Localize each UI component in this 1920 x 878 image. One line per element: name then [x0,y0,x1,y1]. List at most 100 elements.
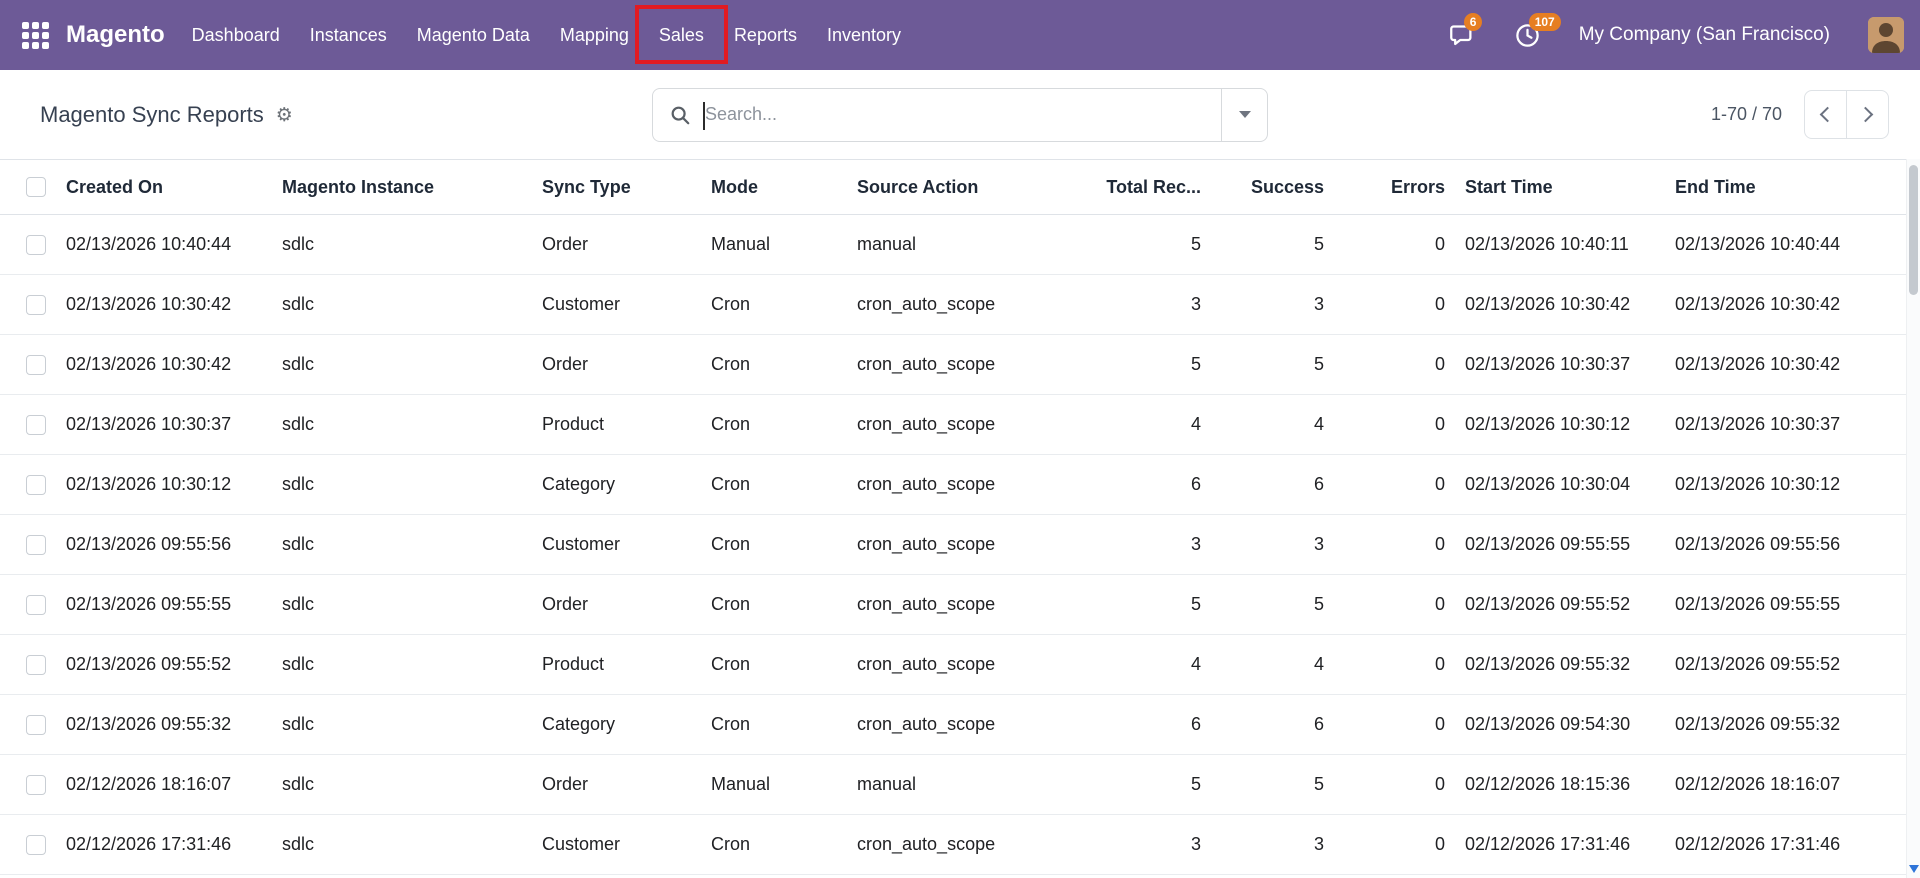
column-header-errors[interactable]: Errors [1334,159,1455,215]
cell-end-time: 02/13/2026 09:55:52 [1665,634,1906,695]
cell-created-on: 02/13/2026 10:40:44 [56,214,272,275]
cell-success: 4 [1211,634,1334,695]
table-row[interactable]: 02/12/2026 17:31:46 sdlc Customer Cron cron_… [0,814,1906,875]
pager-next-button[interactable] [1846,90,1889,139]
cell-created-on: 02/12/2026 18:16:07 [56,754,272,815]
cell-created-on: 02/13/2026 10:30:37 [56,394,272,455]
user-avatar[interactable] [1868,17,1904,53]
records-table: Created On Magento Instance Sync Type Mode S… [0,159,1906,875]
cell-total-records: 4 [1087,394,1211,455]
cell-magento-instance: sdlc [272,634,532,695]
table-row[interactable]: 02/13/2026 10:40:44 sdlc Order Manual manual… [0,214,1906,275]
column-header-sync-type[interactable]: Sync Type [532,159,701,215]
scrollbar-down-arrow[interactable] [1909,865,1919,873]
cell-end-time: 02/13/2026 10:40:44 [1665,214,1906,275]
cell-mode: Cron [701,574,847,635]
apps-menu-button[interactable] [12,0,58,70]
cell-end-time: 02/12/2026 18:16:07 [1665,754,1906,815]
cell-source-action: cron_auto_scope [847,694,1087,755]
pager-previous-button[interactable] [1804,90,1847,139]
brand-logo[interactable]: Magento [66,0,165,70]
table-header-row: Created On Magento Instance Sync Type Mode S… [0,159,1906,215]
gear-icon[interactable]: ⚙ [276,104,293,126]
table-row[interactable]: 02/13/2026 10:30:12 sdlc Category Cron cron_… [0,454,1906,515]
table-row[interactable]: 02/13/2026 09:55:52 sdlc Product Cron cron_a… [0,634,1906,695]
messages-badge: 6 [1463,12,1483,31]
search-dropdown-toggle[interactable] [1221,88,1267,141]
nav-item-sales[interactable]: Sales [634,0,728,70]
select-all-checkbox[interactable] [26,177,46,197]
table-row[interactable]: 02/13/2026 09:55:32 sdlc Category Cron cron_… [0,694,1906,755]
annotation-box [634,5,728,64]
column-header-start-time[interactable]: Start Time [1455,159,1665,215]
cell-total-records: 6 [1087,694,1211,755]
cell-total-records: 3 [1087,814,1211,875]
nav-item-inventory[interactable]: Inventory [812,0,916,70]
cell-source-action: manual [847,754,1087,815]
row-checkbox[interactable] [26,594,46,615]
cell-end-time: 02/13/2026 10:30:42 [1665,334,1906,395]
company-switcher[interactable]: My Company (San Francisco) [1579,24,1830,46]
cell-start-time: 02/13/2026 10:40:11 [1455,214,1665,275]
cell-created-on: 02/13/2026 10:30:42 [56,334,272,395]
row-checkbox[interactable] [26,234,46,255]
column-header-success[interactable]: Success [1211,159,1334,215]
table-row[interactable]: 02/13/2026 10:30:42 sdlc Customer Cron cron_… [0,274,1906,335]
cell-success: 5 [1211,574,1334,635]
row-checkbox[interactable] [26,414,46,435]
cell-start-time: 02/13/2026 09:55:52 [1455,574,1665,635]
cell-end-time: 02/13/2026 10:30:42 [1665,274,1906,335]
navbar-right: 6 107 My Company (San Francisco) [1449,0,1904,70]
cell-end-time: 02/13/2026 10:30:12 [1665,454,1906,515]
nav-item-magento-data[interactable]: Magento Data [402,0,545,70]
scrollbar[interactable] [1906,159,1920,878]
messages-button[interactable]: 6 [1449,12,1483,49]
search-input[interactable] [699,104,1221,125]
nav-item-instances[interactable]: Instances [295,0,402,70]
row-checkbox[interactable] [26,834,46,855]
table-row[interactable]: 02/13/2026 10:30:42 sdlc Order Cron cron_aut… [0,334,1906,395]
cell-magento-instance: sdlc [272,274,532,335]
column-header-created-on[interactable]: Created On [56,159,272,215]
cell-sync-type: Order [532,754,701,815]
cell-sync-type: Customer [532,274,701,335]
pager-buttons [1804,90,1889,139]
cell-errors: 0 [1334,274,1455,335]
nav-item-mapping[interactable]: Mapping [545,0,644,70]
row-checkbox[interactable] [26,774,46,795]
cell-errors: 0 [1334,814,1455,875]
column-header-mode[interactable]: Mode [701,159,847,215]
row-checkbox[interactable] [26,474,46,495]
column-header-source-action[interactable]: Source Action [847,159,1087,215]
cell-errors: 0 [1334,214,1455,275]
column-header-magento-instance[interactable]: Magento Instance [272,159,532,215]
row-checkbox[interactable] [26,534,46,555]
table-row[interactable]: 02/13/2026 09:55:56 sdlc Customer Cron cron_… [0,514,1906,575]
cell-end-time: 02/13/2026 09:55:56 [1665,514,1906,575]
cell-magento-instance: sdlc [272,754,532,815]
cell-total-records: 3 [1087,514,1211,575]
row-checkbox[interactable] [26,714,46,735]
cell-mode: Cron [701,454,847,515]
table-row[interactable]: 02/13/2026 09:55:55 sdlc Order Cron cron_aut… [0,574,1906,635]
row-checkbox[interactable] [26,354,46,375]
row-checkbox[interactable] [26,654,46,675]
cell-source-action: cron_auto_scope [847,454,1087,515]
cell-mode: Cron [701,334,847,395]
cell-end-time: 02/13/2026 10:30:37 [1665,394,1906,455]
cell-start-time: 02/12/2026 17:31:46 [1455,814,1665,875]
cell-magento-instance: sdlc [272,214,532,275]
scrollbar-thumb[interactable] [1909,165,1918,295]
cell-magento-instance: sdlc [272,454,532,515]
activities-button[interactable]: 107 [1514,12,1561,49]
table-row[interactable]: 02/13/2026 10:30:37 sdlc Product Cron cron_a… [0,394,1906,455]
column-header-total-records[interactable]: Total Rec... [1087,159,1211,215]
row-checkbox[interactable] [26,294,46,315]
nav-item-reports[interactable]: Reports [719,0,812,70]
cell-end-time: 02/13/2026 09:55:55 [1665,574,1906,635]
text-cursor [703,101,705,130]
table-row[interactable]: 02/12/2026 18:16:07 sdlc Order Manual manual… [0,754,1906,815]
column-header-end-time[interactable]: End Time [1665,159,1906,215]
cell-created-on: 02/12/2026 17:31:46 [56,814,272,875]
nav-item-dashboard[interactable]: Dashboard [177,0,295,70]
